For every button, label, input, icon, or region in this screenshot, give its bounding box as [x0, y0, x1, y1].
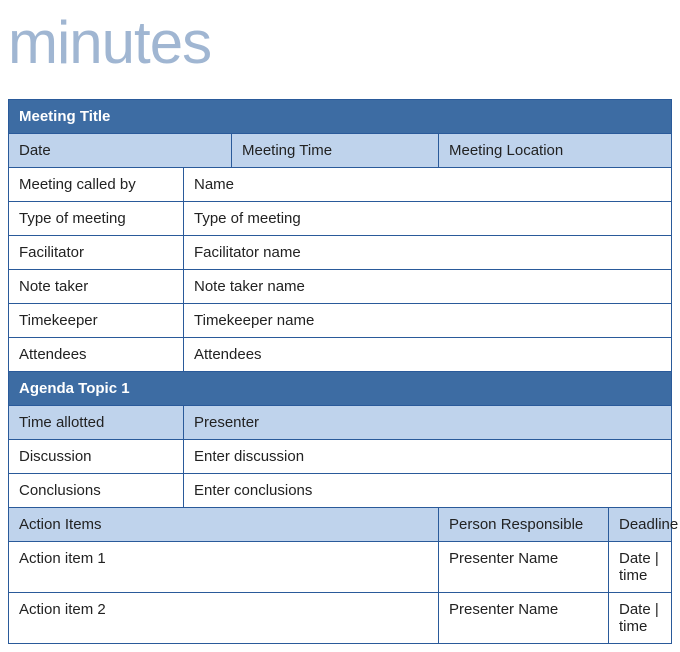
action-person: Presenter Name — [439, 593, 609, 644]
row-label: Note taker — [9, 270, 184, 304]
presenter-label: Presenter — [184, 406, 672, 440]
row-value: Facilitator name — [184, 236, 672, 270]
table-row: Meeting called by Name — [9, 168, 672, 202]
row-label: Attendees — [9, 338, 184, 372]
discussion-label: Discussion — [9, 440, 184, 474]
page-title: minutes — [8, 8, 672, 77]
date-label: Date — [9, 134, 232, 168]
table-row: Attendees Attendees — [9, 338, 672, 372]
action-items-header: Action Items — [9, 508, 439, 542]
meeting-title-row: Meeting Title — [9, 100, 672, 134]
action-deadline: Date | time — [609, 542, 672, 593]
minutes-table: Meeting Title Date Meeting Time Meeting … — [8, 99, 672, 644]
action-item: Action item 2 — [9, 593, 439, 644]
meeting-title-header: Meeting Title — [9, 100, 672, 134]
agenda-subheader-row: Time allotted Presenter — [9, 406, 672, 440]
time-label: Meeting Time — [232, 134, 439, 168]
row-label: Meeting called by — [9, 168, 184, 202]
table-row: Timekeeper Timekeeper name — [9, 304, 672, 338]
action-row: Action item 1 Presenter Name Date | time — [9, 542, 672, 593]
table-row: Note taker Note taker name — [9, 270, 672, 304]
action-header-row: Action Items Person Responsible Deadline — [9, 508, 672, 542]
conclusions-label: Conclusions — [9, 474, 184, 508]
table-row: Conclusions Enter conclusions — [9, 474, 672, 508]
action-item: Action item 1 — [9, 542, 439, 593]
row-value: Timekeeper name — [184, 304, 672, 338]
conclusions-value: Enter conclusions — [184, 474, 672, 508]
agenda-header-row: Agenda Topic 1 — [9, 372, 672, 406]
location-label: Meeting Location — [439, 134, 672, 168]
person-responsible-header: Person Responsible — [439, 508, 609, 542]
row-value: Note taker name — [184, 270, 672, 304]
action-row: Action item 2 Presenter Name Date | time — [9, 593, 672, 644]
deadline-header: Deadline — [609, 508, 672, 542]
table-row: Facilitator Facilitator name — [9, 236, 672, 270]
action-person: Presenter Name — [439, 542, 609, 593]
row-value: Name — [184, 168, 672, 202]
row-value: Attendees — [184, 338, 672, 372]
meeting-meta-row: Date Meeting Time Meeting Location — [9, 134, 672, 168]
table-row: Type of meeting Type of meeting — [9, 202, 672, 236]
agenda-header: Agenda Topic 1 — [9, 372, 672, 406]
row-label: Timekeeper — [9, 304, 184, 338]
row-value: Type of meeting — [184, 202, 672, 236]
time-allotted-label: Time allotted — [9, 406, 184, 440]
row-label: Type of meeting — [9, 202, 184, 236]
row-label: Facilitator — [9, 236, 184, 270]
discussion-value: Enter discussion — [184, 440, 672, 474]
action-deadline: Date | time — [609, 593, 672, 644]
table-row: Discussion Enter discussion — [9, 440, 672, 474]
